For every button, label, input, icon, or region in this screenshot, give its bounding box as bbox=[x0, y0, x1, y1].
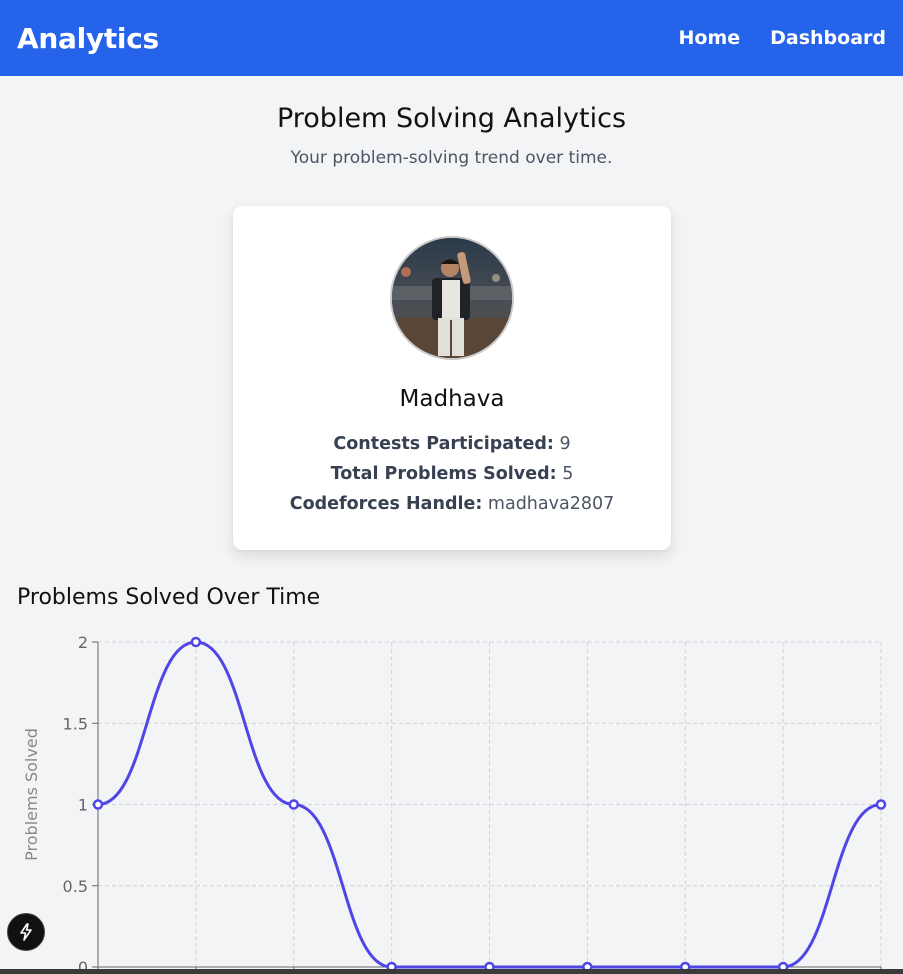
stat-problems-label: Total Problems Solved: bbox=[330, 464, 557, 484]
stat-contests-value: 9 bbox=[559, 434, 571, 454]
stat-contests-label: Contests Participated: bbox=[333, 434, 554, 454]
data-point bbox=[190, 636, 202, 648]
y-tick-label: 0.5 bbox=[63, 877, 88, 896]
page-subtitle: Your problem-solving trend over time. bbox=[290, 148, 613, 168]
y-tick-label: 1 bbox=[78, 796, 88, 815]
data-point bbox=[875, 799, 887, 810]
stat-contests: Contests Participated: 9 bbox=[233, 434, 671, 454]
problems-line-chart: 00.511.52Problems Solved bbox=[22, 633, 887, 974]
data-point bbox=[288, 799, 299, 810]
stat-handle-value: madhava2807 bbox=[487, 494, 615, 514]
nav-home-link[interactable]: Home bbox=[678, 27, 740, 49]
y-axis-label: Problems Solved bbox=[22, 728, 41, 861]
y-tick-label: 2 bbox=[78, 633, 88, 652]
stat-handle-label: Codeforces Handle: bbox=[289, 494, 483, 514]
stat-problems-value: 5 bbox=[562, 464, 574, 484]
lightning-icon bbox=[20, 923, 32, 941]
page-title: Problem Solving Analytics bbox=[276, 103, 627, 134]
bottom-scrollbar bbox=[0, 969, 903, 974]
avatar-photo bbox=[392, 238, 512, 358]
profile-name: Madhava bbox=[399, 386, 505, 412]
nav-links: Home Dashboard bbox=[678, 27, 886, 49]
profile-card: Madhava Contests Participated: 9 Total P… bbox=[233, 206, 671, 550]
stat-problems: Total Problems Solved: 5 bbox=[233, 464, 671, 484]
chart-title: Problems Solved Over Time bbox=[17, 585, 321, 610]
y-tick-label: 1.5 bbox=[63, 714, 88, 733]
top-navbar: Analytics Home Dashboard bbox=[0, 0, 903, 76]
dev-tools-button[interactable] bbox=[7, 913, 45, 951]
stat-handle: Codeforces Handle: madhava2807 bbox=[233, 494, 671, 514]
data-point bbox=[92, 799, 104, 810]
nav-dashboard-link[interactable]: Dashboard bbox=[770, 27, 886, 49]
avatar bbox=[390, 236, 514, 360]
brand-logo[interactable]: Analytics bbox=[17, 22, 159, 55]
